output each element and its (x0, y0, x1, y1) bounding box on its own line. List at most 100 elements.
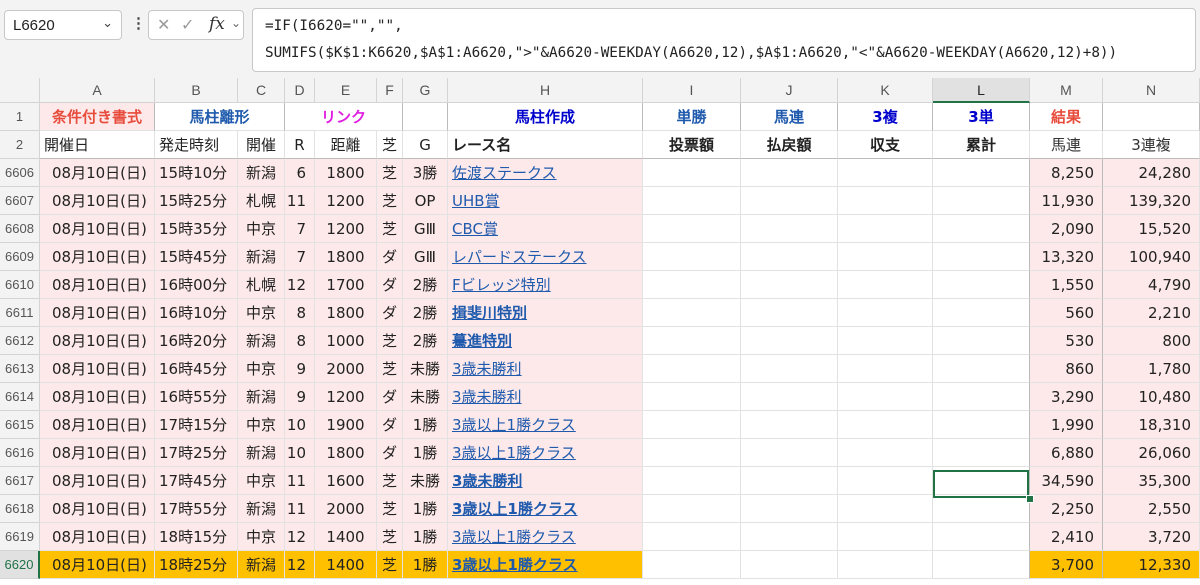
cell-empty[interactable] (643, 243, 741, 271)
cell-empty[interactable] (741, 159, 838, 187)
cell-name[interactable]: 3歳以上1勝クラス (448, 523, 643, 551)
cell-name[interactable]: 3歳以上1勝クラス (448, 411, 643, 439)
cell-surf[interactable]: 芝 (377, 327, 403, 355)
cell-empty[interactable] (933, 327, 1030, 355)
cell-empty[interactable] (643, 551, 741, 579)
cell-dist[interactable]: 1800 (315, 299, 377, 327)
cell-date[interactable]: 08月10日(日) (40, 187, 155, 215)
cell-name[interactable]: レパードステークス (448, 243, 643, 271)
cell-empty[interactable] (643, 299, 741, 327)
cell-r[interactable]: 9 (285, 355, 315, 383)
cell-time[interactable]: 15時45分 (155, 243, 238, 271)
header-umaren[interactable]: 馬連 (741, 103, 838, 131)
cell-surf[interactable]: ダ (377, 271, 403, 299)
cell-surf[interactable]: ダ (377, 383, 403, 411)
cell-surf[interactable]: 芝 (377, 523, 403, 551)
row-header[interactable]: 6609 (0, 243, 40, 271)
name-box[interactable]: L6620 ⌄ (4, 10, 122, 40)
cell-venue[interactable]: 新潟 (238, 495, 285, 523)
column-header-a[interactable]: A (40, 78, 155, 103)
cell-surf[interactable]: ダ (377, 439, 403, 467)
cell-umaren[interactable]: 6,880 (1030, 439, 1103, 467)
cell-sanrenpuku[interactable]: 12,330 (1103, 551, 1200, 579)
cell-sanrenpuku[interactable]: 10,480 (1103, 383, 1200, 411)
cell-r[interactable]: 12 (285, 523, 315, 551)
cell-surf[interactable]: 芝 (377, 495, 403, 523)
cell-umaren[interactable]: 3,290 (1030, 383, 1103, 411)
cell-empty[interactable] (933, 411, 1030, 439)
cell-empty[interactable] (838, 187, 933, 215)
cell-grade[interactable]: 1勝 (403, 551, 448, 579)
cell-empty[interactable] (838, 523, 933, 551)
header-trifecta[interactable]: 3単 (933, 103, 1030, 131)
cell-surf[interactable]: 芝 (377, 159, 403, 187)
cell-venue[interactable]: 中京 (238, 299, 285, 327)
cell-empty[interactable] (741, 327, 838, 355)
cell-umaren[interactable]: 530 (1030, 327, 1103, 355)
cancel-icon[interactable]: ✕ (157, 15, 170, 34)
cell-umaren[interactable]: 3,700 (1030, 551, 1103, 579)
formula-input[interactable]: =IF(I6620="","", SUMIFS($K$1:K6620,$A$1:… (252, 8, 1196, 72)
check-icon[interactable]: ✓ (181, 15, 194, 34)
cell-surf[interactable]: 芝 (377, 355, 403, 383)
cell-r[interactable]: 7 (285, 243, 315, 271)
cell-r[interactable]: 9 (285, 383, 315, 411)
row-header[interactable]: 6606 (0, 159, 40, 187)
cell-venue[interactable]: 中京 (238, 411, 285, 439)
cell-venue[interactable]: 札幌 (238, 187, 285, 215)
cell-time[interactable]: 16時10分 (155, 299, 238, 327)
cell-empty[interactable] (838, 495, 933, 523)
cell-name[interactable]: UHB賞 (448, 187, 643, 215)
header-conditional-format[interactable]: 条件付き書式 (40, 103, 155, 131)
cell-empty[interactable] (741, 187, 838, 215)
cell-time[interactable]: 17時25分 (155, 439, 238, 467)
cell-name[interactable]: 3歳未勝利 (448, 355, 643, 383)
cell-empty[interactable] (838, 439, 933, 467)
cell-empty[interactable] (643, 187, 741, 215)
column-header-m[interactable]: M (1030, 78, 1103, 103)
cell-venue[interactable]: 中京 (238, 523, 285, 551)
column-header-n[interactable]: N (1103, 78, 1200, 103)
cell-empty[interactable] (933, 383, 1030, 411)
cell-empty[interactable] (838, 299, 933, 327)
cell-empty[interactable] (643, 215, 741, 243)
cell-grade[interactable]: 未勝 (403, 383, 448, 411)
row-header[interactable]: 2 (0, 131, 40, 159)
row-header[interactable]: 1 (0, 103, 40, 131)
cell-grade[interactable]: 2勝 (403, 327, 448, 355)
cell-date[interactable]: 08月10日(日) (40, 495, 155, 523)
more-options-icon[interactable]: ⋮ (131, 14, 146, 32)
cell-name[interactable]: 3歳以上1勝クラス (448, 439, 643, 467)
cell-empty[interactable] (643, 383, 741, 411)
cell-r[interactable]: 12 (285, 271, 315, 299)
cell-empty[interactable] (838, 243, 933, 271)
insert-function-icon[interactable]: fx (209, 14, 225, 34)
cell-surf[interactable]: ダ (377, 299, 403, 327)
cell-name[interactable]: 3歳未勝利 (448, 383, 643, 411)
cell-empty[interactable] (643, 439, 741, 467)
cell-surf[interactable]: 芝 (377, 467, 403, 495)
cell-grade[interactable]: 3勝 (403, 159, 448, 187)
cell-r[interactable]: 6 (285, 159, 315, 187)
cell-date[interactable]: 08月10日(日) (40, 523, 155, 551)
cell-sanrenpuku[interactable]: 800 (1103, 327, 1200, 355)
cell-dist[interactable]: 2000 (315, 495, 377, 523)
cell-venue[interactable]: 新潟 (238, 327, 285, 355)
row-header[interactable]: 6614 (0, 383, 40, 411)
cell-sanrenpuku[interactable]: 24,280 (1103, 159, 1200, 187)
cell-grade[interactable]: 未勝 (403, 355, 448, 383)
cell-empty[interactable] (933, 243, 1030, 271)
cell-empty[interactable] (838, 383, 933, 411)
cell-grade[interactable]: 1勝 (403, 411, 448, 439)
chevron-down-icon[interactable]: ⌄ (102, 16, 113, 31)
cell-time[interactable]: 18時25分 (155, 551, 238, 579)
cell-empty[interactable] (741, 523, 838, 551)
cell-grade[interactable]: 2勝 (403, 271, 448, 299)
cell-empty[interactable] (741, 215, 838, 243)
cell-date[interactable]: 08月10日(日) (40, 355, 155, 383)
cell-dist[interactable]: 1200 (315, 215, 377, 243)
cell-dist[interactable]: 1800 (315, 243, 377, 271)
cell-dist[interactable]: 1600 (315, 467, 377, 495)
cell-dist[interactable]: 1000 (315, 327, 377, 355)
cell-time[interactable]: 16時55分 (155, 383, 238, 411)
